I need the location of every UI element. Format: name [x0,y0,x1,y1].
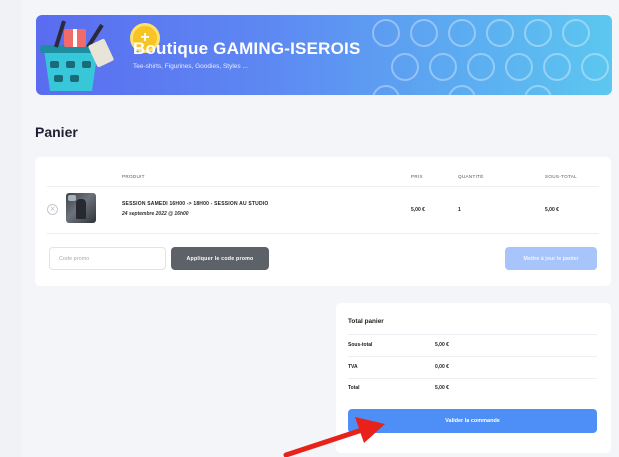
column-header-quantity: QUANTITÉ [458,174,484,179]
totals-divider [348,378,597,379]
shop-banner: + Boutique GAMING-ISEROIS Tee-shirts, Fi… [36,15,612,95]
basket-icon [40,20,114,91]
totals-divider [348,334,597,335]
thumbnail-light [68,195,76,201]
column-header-price: PRIX [411,174,423,179]
remove-item-icon[interactable]: × [47,204,58,215]
update-cart-button[interactable]: Mettre à jour le panier [505,247,597,270]
total-label: Total [348,385,360,391]
totals-divider [348,356,597,357]
item-price: 5,00 € [411,207,425,213]
column-header-subtotal: SOUS-TOTAL [545,174,577,179]
subtotal-label: Sous-total [348,342,373,348]
total-value: 5,00 € [435,385,449,391]
checkout-button[interactable]: Valider la commande [348,409,597,433]
row-divider [47,233,599,234]
window-edge [0,0,22,457]
banner-subtitle: Tee-shirts, Figurines, Goodies, Styles .… [133,63,248,70]
apply-promo-button[interactable]: Appliquer le code promo [171,247,269,270]
subtotal-value: 5,00 € [435,342,449,348]
tax-label: TVA [348,364,358,370]
column-header-product: PRODUIT [122,174,145,179]
tax-value: 0,00 € [435,364,449,370]
header-divider [47,186,599,187]
thumbnail-figure [76,199,86,219]
product-thumbnail[interactable] [66,193,96,223]
item-quantity[interactable]: 1 [458,207,461,213]
product-date: 24 septembre 2022 @ 16h00 [122,211,189,217]
promo-code-input[interactable] [49,247,166,270]
banner-title: Boutique GAMING-ISEROIS [133,39,361,58]
totals-title: Total panier [348,318,384,325]
item-subtotal: 5,00 € [545,207,559,213]
page-title: Panier [35,124,78,140]
avatar-pattern [372,19,609,95]
product-name-link[interactable]: SESSION SAMEDI 16H00 -> 18H00 - SESSION … [122,201,268,207]
